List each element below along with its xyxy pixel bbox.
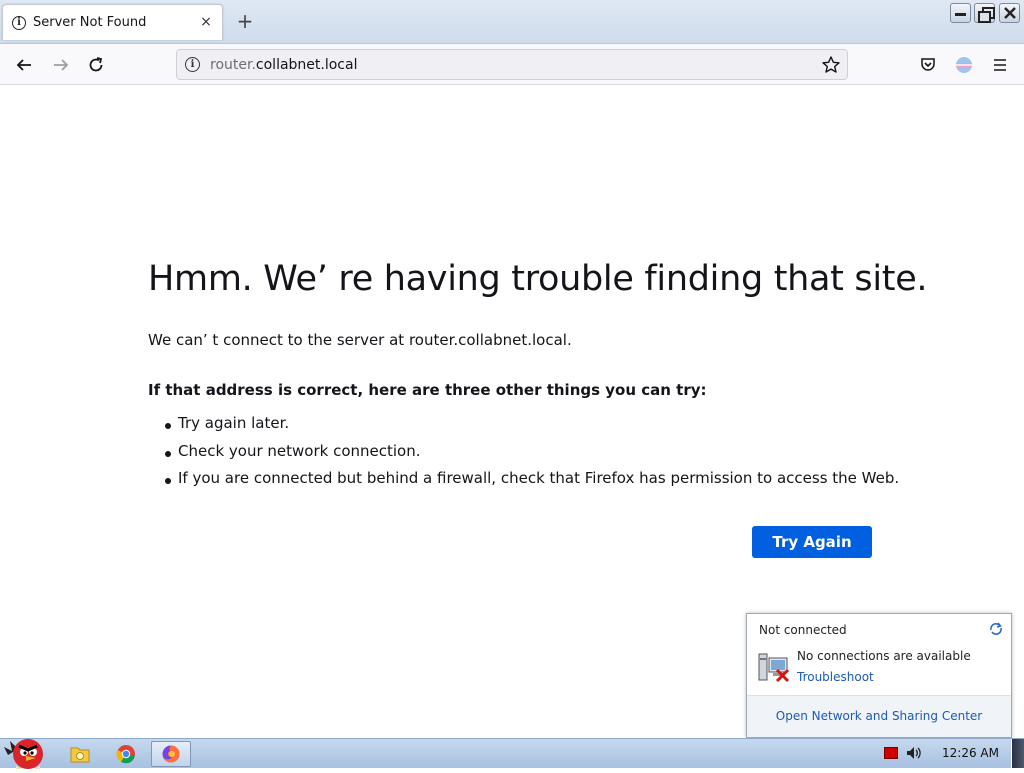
bookmark-star-icon[interactable]	[821, 55, 841, 75]
try-again-button[interactable]: Try Again	[752, 526, 872, 558]
disconnected-network-icon	[758, 653, 790, 683]
minimize-button[interactable]	[950, 3, 971, 23]
no-connections-message: No connections are available	[797, 649, 971, 663]
account-avatar-icon	[956, 57, 972, 73]
reload-icon	[89, 57, 103, 72]
taskbar: 12:26 AM	[0, 738, 1024, 770]
url-bar[interactable]: i router.collabnet.local	[176, 49, 848, 80]
open-network-sharing-center-link[interactable]: Open Network and Sharing Center	[747, 709, 1011, 723]
hamburger-menu-icon	[994, 59, 1006, 71]
suggestions-list: Try again later. Check your network conn…	[165, 414, 899, 497]
tab-strip: i Server Not Found × +	[0, 0, 1024, 44]
error-title: Hmm. We’ re having trouble finding that …	[148, 259, 928, 299]
restore-button[interactable]	[974, 3, 995, 23]
taskbar-chrome[interactable]	[106, 741, 146, 767]
suggestion-item: Try again later.	[165, 414, 899, 442]
pocket-icon	[921, 58, 935, 71]
volume-icon[interactable]	[905, 744, 923, 762]
suggestion-item: If you are connected but behind a firewa…	[165, 469, 899, 497]
close-window-button[interactable]	[999, 3, 1020, 23]
close-icon	[1004, 7, 1016, 19]
suggestions-heading: If that address is correct, here are thr…	[148, 381, 707, 399]
site-info-icon[interactable]: i	[185, 57, 200, 72]
troubleshoot-link[interactable]: Troubleshoot	[797, 670, 874, 684]
nav-bar: i router.collabnet.local	[0, 44, 1024, 85]
refresh-arrows-icon[interactable]	[988, 621, 1004, 637]
network-flyout: Not connected No connections are availab…	[746, 613, 1012, 738]
close-tab-icon[interactable]: ×	[198, 13, 214, 31]
new-tab-button[interactable]: +	[234, 9, 256, 33]
arrow-right-icon	[54, 59, 69, 71]
app-menu-button[interactable]	[987, 52, 1013, 78]
firefox-icon	[162, 745, 180, 763]
back-button[interactable]	[11, 52, 37, 78]
network-status: Not connected	[759, 623, 847, 637]
reload-button[interactable]	[83, 52, 109, 78]
url-text[interactable]: router.collabnet.local	[210, 57, 357, 73]
error-description: We can’ t connect to the server at route…	[148, 331, 572, 349]
tab-server-not-found[interactable]: i Server Not Found ×	[2, 4, 223, 40]
pocket-button[interactable]	[915, 52, 941, 78]
flyout-footer: Open Network and Sharing Center	[747, 695, 1011, 737]
system-clock[interactable]: 12:26 AM	[942, 746, 999, 760]
account-button[interactable]	[951, 52, 977, 78]
taskbar-firefox[interactable]	[151, 741, 191, 767]
tray-flag-icon[interactable]	[884, 747, 898, 759]
angry-bird-start-icon	[4, 739, 43, 770]
folder-icon	[70, 747, 90, 763]
taskbar-explorer[interactable]	[60, 741, 100, 767]
forward-button[interactable]	[48, 52, 74, 78]
show-desktop-button[interactable]	[1011, 739, 1024, 768]
arrow-left-icon	[16, 59, 31, 71]
chrome-icon	[116, 745, 135, 764]
suggestion-item: Check your network connection.	[165, 442, 899, 470]
tab-title: Server Not Found	[33, 15, 147, 30]
info-icon: i	[12, 16, 26, 30]
start-button[interactable]	[2, 729, 52, 770]
